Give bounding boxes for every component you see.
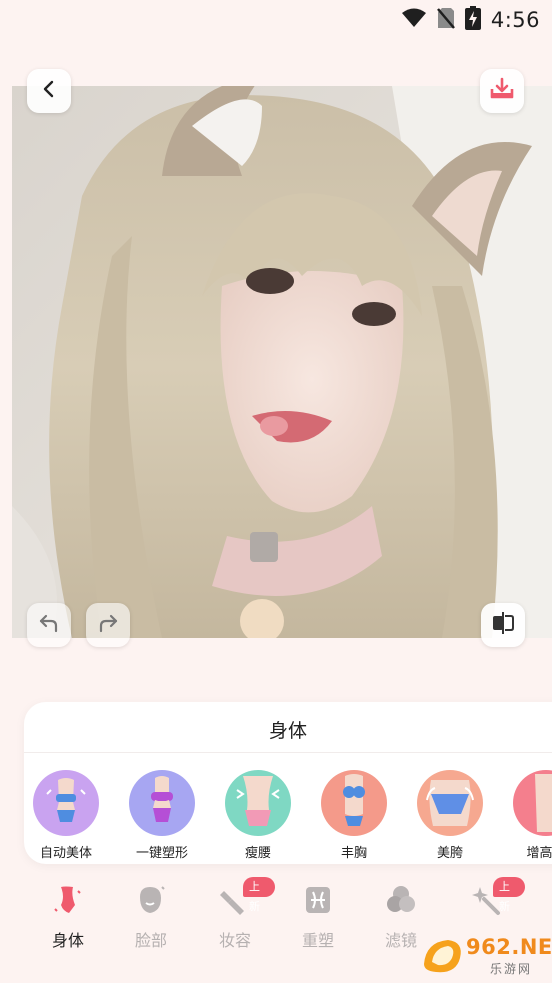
tab-magic[interactable]: 上新: [445, 877, 525, 927]
no-sim-icon: [436, 7, 455, 33]
height-slim-icon: [513, 770, 552, 836]
slim-waist-icon: [225, 770, 291, 836]
tool-hips[interactable]: 美胯: [416, 770, 484, 861]
reshape-icon: [300, 882, 336, 918]
back-button[interactable]: [27, 69, 71, 113]
portrait-photo: [12, 86, 552, 638]
new-badge: 上新: [493, 877, 525, 913]
battery-charging-icon: [464, 6, 481, 34]
tab-face[interactable]: 脸部: [111, 882, 191, 951]
photo-canvas[interactable]: [12, 86, 552, 638]
tool-label: 增高瘦: [526, 846, 552, 861]
nav-label: 滤镜: [384, 931, 417, 950]
redo-icon: [96, 611, 120, 639]
new-badge: 上新: [243, 877, 275, 913]
nav-label: 重塑: [301, 931, 334, 950]
tab-makeup[interactable]: 上新 妆容: [195, 877, 275, 951]
tool-bust[interactable]: 丰胸: [320, 770, 388, 861]
chevron-left-icon: [39, 79, 59, 103]
tool-height-slim[interactable]: 增高瘦: [512, 770, 552, 861]
compare-button[interactable]: [481, 603, 525, 647]
status-time: 4:56: [490, 8, 540, 32]
editor-screen: 4:56 身体 自动美体 一键塑形 瘦腰 丰胸 美胯 增高 身体 脸部 上新 妆…: [0, 0, 552, 983]
face-icon: [133, 882, 169, 918]
tool-label: 自动美体: [39, 846, 92, 861]
one-click-shape-icon: [129, 770, 195, 836]
redo-button[interactable]: [86, 603, 130, 647]
tool-panel: 身体 自动美体 一键塑形 瘦腰 丰胸 美胯 增高: [24, 702, 552, 864]
panel-title: 身体: [268, 720, 307, 742]
compare-icon: [490, 610, 516, 640]
undo-icon: [37, 611, 61, 639]
tool-slim-waist[interactable]: 瘦腰: [224, 770, 292, 861]
auto-body-icon: [33, 770, 99, 836]
tool-label: 美胯: [436, 846, 463, 861]
undo-button[interactable]: [27, 603, 71, 647]
save-button[interactable]: [480, 69, 524, 113]
hips-icon: [417, 770, 483, 836]
tab-body[interactable]: 身体: [28, 882, 108, 951]
watermark: 962.NET 乐游网: [418, 934, 552, 980]
nav-label: 身体: [51, 931, 84, 950]
tool-label: 瘦腰: [244, 846, 271, 861]
tool-label: 一键塑形: [135, 846, 188, 861]
status-icons: 4:56: [401, 6, 540, 34]
status-bar: 4:56: [0, 0, 552, 38]
filter-icon: [383, 882, 419, 918]
watermark-text: 962.NET: [466, 935, 552, 959]
body-icon: [50, 882, 86, 918]
wifi-icon: [401, 8, 427, 32]
download-icon: [489, 76, 515, 106]
tool-label: 丰胸: [340, 846, 367, 861]
bust-icon: [321, 770, 387, 836]
watermark-logo: [424, 940, 461, 973]
nav-label: 脸部: [134, 931, 167, 950]
tool-list: 自动美体 一键塑形 瘦腰 丰胸 美胯 增高: [32, 770, 552, 861]
tab-reshape[interactable]: 重塑: [278, 882, 358, 951]
tool-one-click-shape[interactable]: 一键塑形: [128, 770, 196, 861]
watermark-sub: 乐游网: [490, 962, 533, 976]
divider: [24, 752, 552, 753]
tool-auto-body[interactable]: 自动美体: [32, 770, 100, 861]
nav-label: 妆容: [218, 931, 251, 950]
